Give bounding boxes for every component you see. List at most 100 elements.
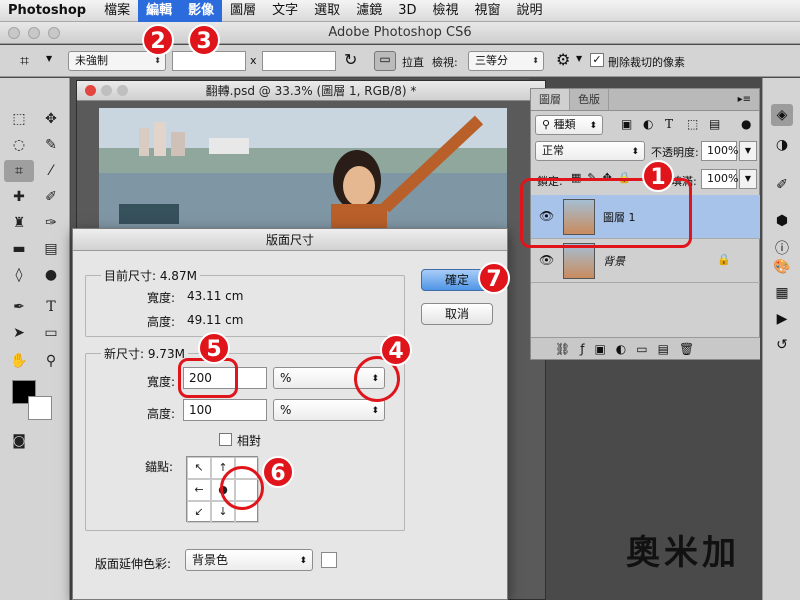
filter-shape-icon[interactable]: ⬚ xyxy=(687,117,698,131)
gear-icon[interactable]: ⚙ xyxy=(556,50,570,69)
layer-filter-search-icon: ⚲ xyxy=(542,118,554,131)
filter-pixel-icon[interactable]: ▣ xyxy=(621,117,632,131)
history-brush-icon[interactable]: ✑ xyxy=(36,212,66,234)
type-tool-icon[interactable]: T xyxy=(36,296,66,318)
cancel-button[interactable]: 取消 xyxy=(421,303,493,325)
extension-color-swatch[interactable] xyxy=(321,552,337,568)
menu-help[interactable]: 說明 xyxy=(509,0,551,22)
menu-image[interactable]: 影像 xyxy=(180,0,223,22)
menu-edit[interactable]: 編輯 xyxy=(138,0,181,22)
filter-smart-object-icon[interactable]: ▤ xyxy=(709,117,720,131)
width-label: 寬度: xyxy=(147,375,176,389)
ratio-select-value: 未強制 xyxy=(75,54,108,67)
filter-toggle-icon[interactable]: ● xyxy=(741,117,751,131)
close-window-button[interactable] xyxy=(8,27,20,39)
quick-select-tool-icon[interactable]: ✎ xyxy=(36,134,66,156)
adjustments-panel-icon[interactable]: ◑ xyxy=(771,134,793,156)
minimize-window-button[interactable] xyxy=(28,27,40,39)
marquee-tool-icon[interactable]: ⬚ xyxy=(4,108,34,130)
current-width-value: 43.11 cm xyxy=(187,289,244,303)
history-panel-icon[interactable]: ↺ xyxy=(771,334,793,356)
opacity-dropdown-icon[interactable]: ▼ xyxy=(739,141,757,161)
background-color-swatch[interactable] xyxy=(28,396,52,420)
gradient-tool-icon[interactable]: ▤ xyxy=(36,238,66,260)
app-title-bar: Adobe Photoshop CS6 xyxy=(0,22,800,44)
straighten-icon[interactable]: ▭ xyxy=(374,51,396,71)
anchor-left[interactable]: ← xyxy=(187,479,211,501)
crop-tool-icon[interactable]: ⌗ xyxy=(4,160,34,182)
select-arrows-icon: ⬍ xyxy=(532,56,539,65)
hand-tool-icon[interactable]: ✋ xyxy=(4,350,34,372)
menu-type[interactable]: 文字 xyxy=(264,0,306,22)
zoom-window-button[interactable] xyxy=(48,27,60,39)
crop-height-input[interactable] xyxy=(262,51,336,71)
rectangle-tool-icon[interactable]: ▭ xyxy=(36,322,66,344)
actions-panel-icon[interactable]: ▶ xyxy=(771,308,793,330)
fill-dropdown-icon[interactable]: ▼ xyxy=(739,169,757,189)
blend-mode-value: 正常 xyxy=(542,144,564,157)
chevron-down-icon[interactable]: ▼ xyxy=(46,54,52,63)
callout-4: 4 xyxy=(380,334,412,366)
minimize-document-button[interactable] xyxy=(101,85,112,96)
zoom-document-button[interactable] xyxy=(117,85,128,96)
menu-select[interactable]: 選取 xyxy=(306,0,348,22)
color-panel-icon[interactable]: 🎨 xyxy=(771,256,793,278)
opacity-input[interactable]: 100% xyxy=(701,141,738,161)
dodge-tool-icon[interactable]: ● xyxy=(36,264,66,286)
select-arrows-icon: ⬍ xyxy=(589,121,597,131)
blend-mode-select[interactable]: 正常 ⬍ xyxy=(535,141,645,161)
blur-tool-icon[interactable]: ◊ xyxy=(4,264,34,286)
menu-3d[interactable]: 3D xyxy=(390,0,424,22)
layers-footer-icons[interactable]: ⛓ƒ▣◐▭▤🗑 xyxy=(531,337,760,359)
view-overlay-select[interactable]: 三等分 ⬍ xyxy=(468,51,544,71)
height-input[interactable]: 100 xyxy=(183,399,267,421)
relative-checkbox[interactable] xyxy=(219,433,232,446)
app-menu[interactable]: Photoshop xyxy=(0,3,96,18)
chevron-down-icon[interactable]: ▼ xyxy=(576,54,582,63)
menu-filter[interactable]: 濾鏡 xyxy=(348,0,390,22)
rotate-clear-icon[interactable]: ↻ xyxy=(344,50,357,69)
close-document-button[interactable] xyxy=(85,85,96,96)
healing-brush-icon[interactable]: ✚ xyxy=(4,186,34,208)
new-size-label: 新尺寸: 9.73M xyxy=(101,345,188,362)
anchor-bottom-left[interactable]: ↙ xyxy=(187,501,211,523)
path-select-tool-icon[interactable]: ➤ xyxy=(4,322,34,344)
stamp-tool-icon[interactable]: ♜ xyxy=(4,212,34,234)
tab-layers[interactable]: 圖層 xyxy=(531,89,570,110)
filter-type-icon[interactable]: T xyxy=(665,117,673,131)
delete-cropped-checkbox[interactable]: ✓ xyxy=(590,53,604,67)
eye-icon[interactable]: 👁 xyxy=(539,253,554,267)
highlight-width-input xyxy=(178,358,238,398)
menu-window[interactable]: 視窗 xyxy=(467,0,509,22)
height-unit-value: % xyxy=(280,403,292,417)
straighten-label[interactable]: 拉直 xyxy=(402,54,424,70)
height-unit-select[interactable]: % ⬍ xyxy=(273,399,385,421)
brush-tool-icon[interactable]: ✐ xyxy=(36,186,66,208)
eyedropper-tool-icon[interactable]: ⁄ xyxy=(36,160,66,182)
layer-filter-select[interactable]: ⚲ 種類 ⬍ xyxy=(535,115,603,135)
crop-tool-preset-icon[interactable]: ⌗ xyxy=(20,51,29,71)
tab-channels[interactable]: 色版 xyxy=(570,89,609,110)
view-label: 檢視: xyxy=(432,56,458,69)
swatches-panel-icon[interactable]: ▦ xyxy=(771,282,793,304)
lasso-tool-icon[interactable]: ◌ xyxy=(4,134,34,156)
pen-tool-icon[interactable]: ✒ xyxy=(4,296,34,318)
fill-input[interactable]: 100% xyxy=(701,169,738,189)
menu-layer[interactable]: 圖層 xyxy=(222,0,264,22)
document-photo[interactable] xyxy=(99,108,507,228)
menu-file[interactable]: 檔案 xyxy=(96,0,138,22)
move-tool-icon[interactable]: ✥ xyxy=(36,108,66,130)
filter-adjustment-icon[interactable]: ◐ xyxy=(643,117,653,131)
extension-color-select[interactable]: 背景色 ⬍ xyxy=(185,549,313,571)
paths-panel-icon[interactable]: ✐ xyxy=(771,174,793,196)
anchor-top-left[interactable]: ↖ xyxy=(187,457,211,479)
eraser-tool-icon[interactable]: ▬ xyxy=(4,238,34,260)
quick-mask-icon[interactable]: ◙ xyxy=(4,430,34,452)
zoom-tool-icon[interactable]: ⚲ xyxy=(36,350,66,372)
highlight-anchor xyxy=(220,466,264,510)
callout-1: 1 xyxy=(642,160,674,192)
layers-panel-icon[interactable]: ◈ xyxy=(771,104,793,126)
3d-panel-icon[interactable]: ⬢ xyxy=(771,210,793,232)
panel-menu-icon[interactable]: ▸≡ xyxy=(730,89,759,110)
menu-view[interactable]: 檢視 xyxy=(424,0,466,22)
